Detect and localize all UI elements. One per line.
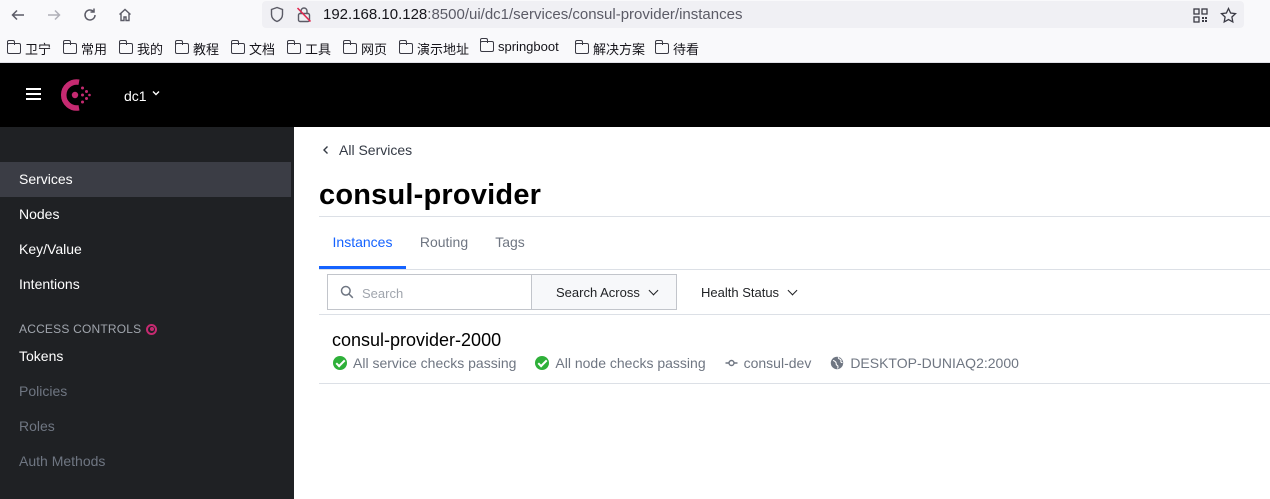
check-circle-icon [535,356,550,370]
home-icon[interactable] [114,4,136,26]
bookmark-label: 常用 [81,42,108,57]
chevron-down-icon [787,285,798,295]
bookmark-folder[interactable]: 工具 [286,39,332,58]
url-text[interactable]: 192.168.10.128:8500/ui/dc1/services/cons… [323,6,742,23]
url-path: :8500/ui/dc1/services/consul-provider/in… [427,6,743,23]
search-across-dropdown[interactable]: Search Across [531,274,677,310]
bookmark-folder[interactable]: 待看 [654,39,700,58]
search-box [327,274,532,310]
folder-icon [342,40,357,54]
sidebar: Services Nodes Key/Value Intentions ACCE… [0,127,294,499]
check-circle-icon [333,356,347,370]
node-name: consul-dev [743,355,812,371]
tab-bar: Instances Routing Tags [319,217,1270,270]
folder-icon [479,38,494,52]
node-checks-status: All node checks passing [555,355,706,371]
bookmark-label: 我的 [137,42,164,57]
bookmark-label: 演示地址 [417,42,470,57]
url-host: 192.168.10.128 [323,6,428,23]
node-icon [725,359,738,367]
sidebar-item-auth-methods: Auth Methods [19,453,106,469]
health-status-dropdown[interactable]: Health Status [701,274,798,310]
sidebar-item-policies: Policies [19,383,68,399]
sidebar-item-tokens[interactable]: Tokens [0,339,291,374]
consul-logo-icon[interactable] [59,78,93,112]
folder-icon [118,40,133,54]
disabled-status-icon [146,323,158,335]
folder-icon [398,40,413,54]
back-icon[interactable] [7,4,29,26]
bookmark-folder[interactable]: springboot [479,38,559,54]
instance-meta: All service checks passing All node chec… [333,355,1019,371]
folder-icon [654,40,669,54]
globe-icon [831,356,844,370]
insecure-lock-icon[interactable] [296,6,312,23]
tab-tags[interactable]: Tags [489,217,531,269]
breadcrumb-all-services[interactable]: All Services [339,142,412,158]
bookmark-label: 教程 [193,42,220,57]
sidebar-item-roles: Roles [19,418,55,434]
folder-icon [62,40,77,54]
bookmark-label: 工具 [305,42,332,57]
bookmark-label: 待看 [673,42,700,57]
bookmark-folder[interactable]: 我的 [118,39,164,58]
sidebar-item-intentions[interactable]: Intentions [0,267,291,302]
bookmarks-bar: 卫宁 常用 我的 教程 文档 工具 网页 演示地址 springboot 解决方… [0,30,1270,63]
bookmark-folder[interactable]: 网页 [342,39,388,58]
datacenter-selector[interactable]: dc1 [124,88,147,104]
browser-toolbar: 192.168.10.128:8500/ui/dc1/services/cons… [0,0,1270,30]
folder-icon [230,40,245,54]
search-icon [340,285,354,299]
sidebar-item-services[interactable]: Services [0,162,291,197]
shield-icon[interactable] [270,6,284,23]
access-controls-label: ACCESS CONTROLS [19,322,142,336]
sidebar-item-nodes[interactable]: Nodes [0,197,291,232]
bookmark-label: 文档 [249,42,276,57]
folder-icon [286,40,301,54]
page-title: consul-provider [319,179,542,211]
list-item[interactable]: consul-provider-2000 All service checks … [319,315,1270,384]
reload-icon[interactable] [79,4,101,26]
bookmark-label: 网页 [361,42,388,57]
bookmark-folder[interactable]: 卫宁 [6,39,52,58]
app-header: dc1 [0,63,1270,127]
bookmark-folder[interactable]: 文档 [230,39,276,58]
main-content: All Services consul-provider Instances R… [294,127,1270,499]
instance-name[interactable]: consul-provider-2000 [332,330,501,351]
bookmark-label: 卫宁 [25,42,52,57]
bookmark-folder[interactable]: 解决方案 [574,39,646,58]
qr-code-icon[interactable] [1189,4,1211,26]
tab-routing[interactable]: Routing [413,217,475,269]
bookmark-folder[interactable]: 常用 [62,39,108,58]
service-checks-status: All service checks passing [353,355,517,371]
folder-icon [574,40,589,54]
forward-icon[interactable] [43,4,65,26]
instance-address: DESKTOP-DUNIAQ2:2000 [850,355,1019,371]
bookmark-folder[interactable]: 演示地址 [398,39,470,58]
bookmark-label: 解决方案 [593,42,646,57]
search-across-label: Search Across [556,284,640,300]
access-controls-heading: ACCESS CONTROLS [19,322,158,336]
bookmark-folder[interactable]: 教程 [174,39,220,58]
url-bar[interactable]: 192.168.10.128:8500/ui/dc1/services/cons… [262,1,1244,28]
bookmark-label: springboot [498,39,559,54]
chevron-down-icon[interactable] [151,87,161,101]
health-status-label: Health Status [701,284,780,300]
chevron-left-icon [322,143,330,158]
filter-bar: Search Across Health Status [319,270,1270,315]
chevron-down-icon [648,285,659,295]
menu-icon[interactable] [26,88,41,100]
bookmark-star-icon[interactable] [1217,4,1239,26]
breadcrumb[interactable]: All Services [322,142,412,158]
sidebar-item-key-value[interactable]: Key/Value [0,232,291,267]
tab-instances[interactable]: Instances [319,217,406,269]
search-input[interactable] [362,283,522,303]
folder-icon [6,40,21,54]
folder-icon [174,40,189,54]
